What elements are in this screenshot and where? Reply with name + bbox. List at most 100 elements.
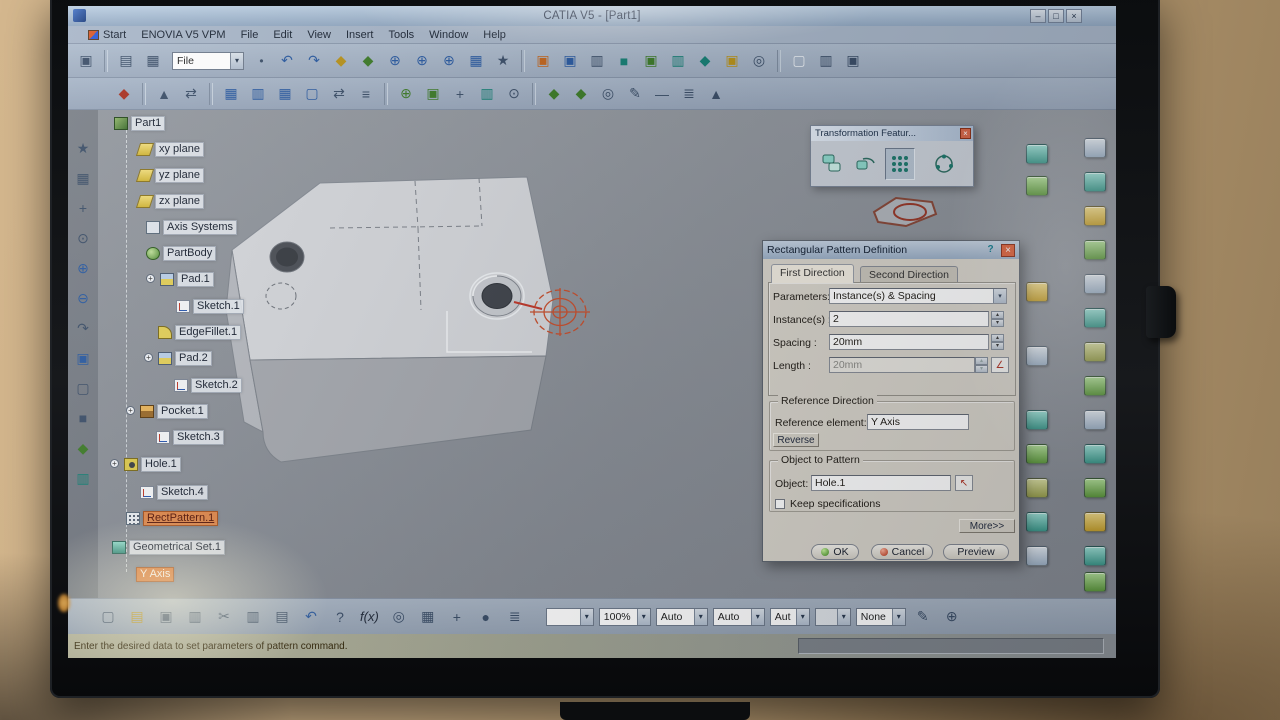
- formula-icon[interactable]: f(x): [357, 609, 382, 624]
- minimize-button[interactable]: –: [1030, 9, 1046, 23]
- undo-icon[interactable]: ↶: [275, 49, 299, 73]
- new-window-icon[interactable]: ▣: [74, 49, 98, 73]
- expand-node-icon[interactable]: +: [110, 459, 119, 468]
- save-icon[interactable]: ▣: [154, 605, 178, 629]
- rectangular-pattern-icon[interactable]: [885, 148, 915, 180]
- chevron-down-icon[interactable]: ▾: [993, 289, 1006, 303]
- viewport[interactable]: ★ ▦ + ⊙ ⊕ ⊖ ↷ ▣ ▢ ■ ◆ ▥: [68, 110, 1116, 598]
- wireframe-icon[interactable]: ▢: [71, 376, 95, 400]
- box-tool-icon[interactable]: ▣: [720, 49, 744, 73]
- list-icon[interactable]: ≣: [503, 605, 527, 629]
- select-object-icon[interactable]: ↖: [955, 475, 973, 491]
- feature-icon[interactable]: [1084, 138, 1106, 158]
- whats-this-icon[interactable]: ?: [328, 605, 352, 629]
- workbench-icon[interactable]: [1026, 444, 1048, 464]
- workbench-icon[interactable]: [1026, 546, 1048, 566]
- more-button[interactable]: More>>: [959, 519, 1015, 533]
- open-icon[interactable]: ▤: [114, 49, 138, 73]
- cube-tool-icon[interactable]: ▣: [639, 49, 663, 73]
- print-icon[interactable]: ▥: [183, 605, 207, 629]
- spacing-stepper[interactable]: ▴▾: [991, 334, 1004, 350]
- expand-node-icon[interactable]: +: [126, 406, 135, 415]
- pcs-box-icon[interactable]: ▢: [787, 49, 811, 73]
- tab-first-direction[interactable]: First Direction: [771, 264, 854, 283]
- workbench-icon[interactable]: [1026, 144, 1048, 164]
- multi-view-icon[interactable]: ▦: [71, 166, 95, 190]
- new-document-icon[interactable]: ▢: [96, 605, 120, 629]
- undo-icon[interactable]: ↶: [299, 605, 323, 629]
- expand-node-icon[interactable]: +: [144, 353, 153, 362]
- transformation-features-toolbar[interactable]: Transformation Featur... ×: [810, 125, 974, 187]
- hidden-line-icon[interactable]: ■: [71, 406, 95, 430]
- tree-item-part1[interactable]: Part1: [114, 116, 165, 131]
- chevron-down-icon[interactable]: ▾: [892, 609, 905, 625]
- feature-icon[interactable]: [1084, 342, 1106, 362]
- pan-icon[interactable]: +: [71, 196, 95, 220]
- linetype-combo[interactable]: Auto ▾: [656, 608, 708, 626]
- solid-tool-icon[interactable]: ■: [612, 49, 636, 73]
- measure-icon[interactable]: ⇄: [179, 82, 203, 106]
- menu-enovia[interactable]: ENOVIA V5 VPM: [141, 29, 225, 41]
- zoom-tool-icon[interactable]: ⊕: [437, 49, 461, 73]
- circle-tool-icon[interactable]: ◎: [747, 49, 771, 73]
- feature-icon[interactable]: [1084, 546, 1106, 566]
- 3d-part-model[interactable]: [218, 160, 688, 500]
- rotate-icon[interactable]: ⊙: [71, 226, 95, 250]
- expand-node-icon[interactable]: +: [146, 274, 155, 283]
- feature-icon[interactable]: [1084, 206, 1106, 226]
- axis-icon[interactable]: +: [445, 605, 469, 629]
- link-icon[interactable]: ▦: [141, 49, 165, 73]
- compass-icon[interactable]: ◆: [112, 82, 136, 106]
- burst-tool-icon[interactable]: ★: [491, 49, 515, 73]
- dialog-titlebar[interactable]: Rectangular Pattern Definition: [763, 241, 1019, 259]
- redo-icon[interactable]: ↷: [302, 49, 326, 73]
- mirror-tool-icon[interactable]: ◆: [569, 82, 593, 106]
- painter-icon[interactable]: ✎: [911, 605, 935, 629]
- preview-button[interactable]: Preview: [943, 544, 1009, 560]
- pen-tool-icon[interactable]: ✎: [623, 82, 647, 106]
- instances-stepper[interactable]: ▴▾: [991, 311, 1004, 327]
- tree-item-sketch1[interactable]: Sketch.1: [176, 299, 244, 314]
- boolean-add-icon[interactable]: ⊕: [394, 82, 418, 106]
- spacing-field[interactable]: 20mm: [829, 334, 989, 350]
- sheet-tool-icon[interactable]: ▥: [666, 49, 690, 73]
- menu-file[interactable]: File: [241, 29, 259, 41]
- tree-item-sketch3[interactable]: Sketch.3: [156, 430, 224, 445]
- sketch-sheet-icon[interactable]: ▥: [246, 82, 270, 106]
- transformation-toolbar-title[interactable]: Transformation Featur...: [811, 126, 973, 141]
- parameters-combo[interactable]: Instance(s) & Spacing ▾: [829, 288, 1007, 304]
- menu-view[interactable]: View: [307, 29, 331, 41]
- normal-view-icon[interactable]: ↷: [71, 316, 95, 340]
- translation-icon[interactable]: [817, 148, 847, 180]
- feature-icon[interactable]: [1084, 478, 1106, 498]
- menu-tools[interactable]: Tools: [388, 29, 414, 41]
- feature-icon[interactable]: [1084, 410, 1106, 430]
- help-icon[interactable]: ?: [984, 244, 997, 256]
- circle-tool-icon[interactable]: ◎: [596, 82, 620, 106]
- keep-specifications-checkbox[interactable]: [775, 499, 785, 509]
- clipboard-icon[interactable]: ▥: [585, 49, 609, 73]
- open-document-icon[interactable]: ▤: [125, 605, 149, 629]
- body-tool-icon[interactable]: ▣: [421, 82, 445, 106]
- tree-item-geometrical-set1[interactable]: Geometrical Set.1: [112, 540, 225, 555]
- diamond-tool-icon[interactable]: ◆: [693, 49, 717, 73]
- feature-icon[interactable]: [1084, 308, 1106, 328]
- instances-field[interactable]: 2: [829, 311, 989, 327]
- workbench-icon[interactable]: [1026, 410, 1048, 430]
- point-symbol-combo[interactable]: Aut ▾: [770, 608, 810, 626]
- table-icon[interactable]: ▦: [416, 605, 440, 629]
- reference-element-field[interactable]: Y Axis: [867, 414, 969, 430]
- tree-item-hole1[interactable]: +Hole.1: [124, 457, 181, 472]
- layer-icon[interactable]: ▥: [71, 466, 95, 490]
- tri-tool-icon[interactable]: ▲: [704, 82, 728, 106]
- feature-icon[interactable]: [1084, 444, 1106, 464]
- tree-item-zx-plane[interactable]: zx plane: [138, 194, 204, 209]
- axis-tool-icon[interactable]: +: [448, 82, 472, 106]
- tree-item-xy-plane[interactable]: xy plane: [138, 142, 204, 157]
- reverse-button[interactable]: Reverse: [773, 433, 819, 447]
- menu-window[interactable]: Window: [429, 29, 468, 41]
- dot-icon[interactable]: •: [251, 50, 272, 71]
- window-tool-icon[interactable]: ▣: [841, 49, 865, 73]
- zoom-in-icon[interactable]: ⊕: [71, 256, 95, 280]
- chevron-down-icon[interactable]: ▾: [637, 609, 650, 625]
